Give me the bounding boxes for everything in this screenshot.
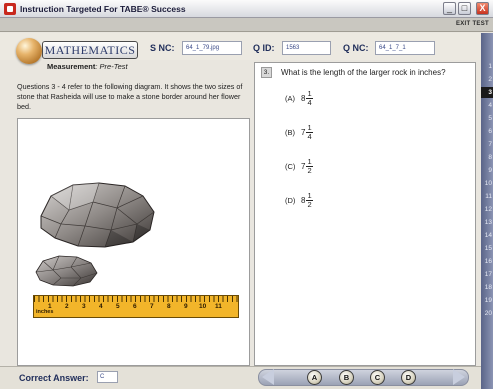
question-nav-item[interactable]: 16 bbox=[481, 256, 493, 267]
title-bar: Instruction Targeted For TABE® Success _… bbox=[0, 0, 493, 18]
ruler-number: 3 bbox=[82, 303, 86, 310]
question-number: 3. bbox=[261, 67, 272, 78]
question-nav-item[interactable]: 9 bbox=[481, 165, 493, 176]
choice-b[interactable]: (B) 7 1 4 bbox=[285, 124, 313, 141]
denominator: 2 bbox=[307, 166, 312, 175]
small-rock-image bbox=[35, 255, 98, 287]
answer-button-b[interactable]: B bbox=[339, 370, 354, 385]
question-nav-item[interactable]: 13 bbox=[481, 217, 493, 228]
ruler-number: 11 bbox=[215, 303, 222, 310]
snc-label: S NC: bbox=[150, 43, 175, 53]
correct-answer-field: C bbox=[97, 371, 118, 383]
maximize-button[interactable]: □ bbox=[458, 2, 471, 15]
correct-answer-label: Correct Answer: bbox=[19, 373, 89, 383]
question-nav-item-current[interactable]: 3 bbox=[481, 87, 493, 98]
snc-field: 64_1_79.jpg bbox=[182, 41, 242, 55]
question-nav-item[interactable]: 2 bbox=[481, 74, 493, 85]
mixed-number: 8 1 4 bbox=[301, 90, 313, 107]
app-icon bbox=[4, 3, 16, 15]
subtitle-mode: : Pre-Test bbox=[95, 62, 128, 71]
question-nav-item[interactable]: 19 bbox=[481, 295, 493, 306]
close-button[interactable]: X bbox=[476, 2, 489, 15]
question-nav-item[interactable]: 20 bbox=[481, 308, 493, 319]
question-nav-sidebar: 1 2 3 4 5 6 7 8 9 10 11 12 13 14 15 16 1… bbox=[481, 33, 493, 389]
fraction: 1 4 bbox=[306, 90, 313, 107]
question-nav-item[interactable]: 12 bbox=[481, 204, 493, 215]
section-subtitle: Measurement: Pre-Test bbox=[47, 62, 128, 71]
mixed-number: 8 1 2 bbox=[301, 192, 313, 209]
question-nav-item[interactable]: 17 bbox=[481, 269, 493, 280]
answer-nav-strip bbox=[258, 369, 469, 386]
ruler-number: 7 bbox=[150, 303, 154, 310]
question-nav-item[interactable]: 15 bbox=[481, 243, 493, 254]
ruler-number: 2 bbox=[65, 303, 69, 310]
large-rock-image bbox=[40, 182, 155, 248]
ruler-ticks bbox=[34, 296, 238, 302]
subject-title: MATHEMATICS bbox=[42, 41, 138, 59]
denominator: 4 bbox=[307, 98, 312, 107]
ruler-unit-label: inches bbox=[36, 309, 54, 315]
question-panel bbox=[254, 62, 476, 366]
question-nav-item[interactable]: 1 bbox=[481, 61, 493, 72]
choice-letter: (B) bbox=[285, 128, 295, 137]
choice-letter: (A) bbox=[285, 94, 295, 103]
answer-button-c[interactable]: C bbox=[370, 370, 385, 385]
whole-part: 8 bbox=[301, 196, 306, 205]
question-nav-item[interactable]: 8 bbox=[481, 152, 493, 163]
whole-part: 7 bbox=[301, 162, 306, 171]
choice-a[interactable]: (A) 8 1 4 bbox=[285, 90, 313, 107]
previous-arrow-icon[interactable] bbox=[262, 369, 274, 385]
question-nav-item[interactable]: 7 bbox=[481, 139, 493, 150]
fraction: 1 2 bbox=[306, 158, 313, 175]
subtitle-topic: Measurement bbox=[47, 62, 96, 71]
logo-ball-icon bbox=[16, 38, 42, 64]
question-text: What is the length of the larger rock in… bbox=[281, 68, 446, 77]
qnc-field: 64_1_7_1 bbox=[375, 41, 435, 55]
next-arrow-icon[interactable] bbox=[453, 369, 465, 385]
choice-d[interactable]: (D) 8 1 2 bbox=[285, 192, 313, 209]
denominator: 4 bbox=[307, 132, 312, 141]
whole-part: 8 bbox=[301, 94, 306, 103]
choice-c[interactable]: (C) 7 1 2 bbox=[285, 158, 313, 175]
qnc-label: Q NC: bbox=[343, 43, 369, 53]
question-nav-item[interactable]: 6 bbox=[481, 126, 493, 137]
mixed-number: 7 1 4 bbox=[301, 124, 313, 141]
whole-part: 7 bbox=[301, 128, 306, 137]
passage-text: Questions 3 - 4 refer to the following d… bbox=[17, 82, 243, 111]
question-nav-item[interactable]: 11 bbox=[481, 191, 493, 202]
exit-test-button[interactable]: EXIT TEST bbox=[456, 21, 489, 27]
minimize-button[interactable]: _ bbox=[443, 2, 456, 15]
ruler-number: 5 bbox=[116, 303, 120, 310]
mixed-number: 7 1 2 bbox=[301, 158, 313, 175]
question-nav-item[interactable]: 5 bbox=[481, 113, 493, 124]
question-nav-item[interactable]: 14 bbox=[481, 230, 493, 241]
window-title: Instruction Targeted For TABE® Success bbox=[20, 4, 186, 14]
ruler-number: 6 bbox=[133, 303, 137, 310]
question-nav-item[interactable]: 18 bbox=[481, 282, 493, 293]
ruler-number: 10 bbox=[199, 303, 207, 310]
choice-letter: (D) bbox=[285, 196, 296, 205]
qid-label: Q ID: bbox=[253, 43, 275, 53]
choice-letter: (C) bbox=[285, 162, 296, 171]
answer-button-a[interactable]: A bbox=[307, 370, 322, 385]
fraction: 1 4 bbox=[306, 124, 313, 141]
ruler-number: 4 bbox=[99, 303, 103, 310]
ruler-number: 9 bbox=[184, 303, 188, 310]
qid-field: 1563 bbox=[282, 41, 331, 55]
toolbar: EXIT TEST bbox=[0, 18, 493, 32]
ruler-number: 8 bbox=[167, 303, 171, 310]
answer-button-d[interactable]: D bbox=[401, 370, 416, 385]
inch-ruler: 1 2 3 4 5 6 7 8 9 10 11 inches bbox=[33, 295, 239, 318]
fraction: 1 2 bbox=[306, 192, 313, 209]
question-nav-item[interactable]: 4 bbox=[481, 100, 493, 111]
question-nav-item[interactable]: 10 bbox=[481, 178, 493, 189]
denominator: 2 bbox=[307, 200, 312, 209]
